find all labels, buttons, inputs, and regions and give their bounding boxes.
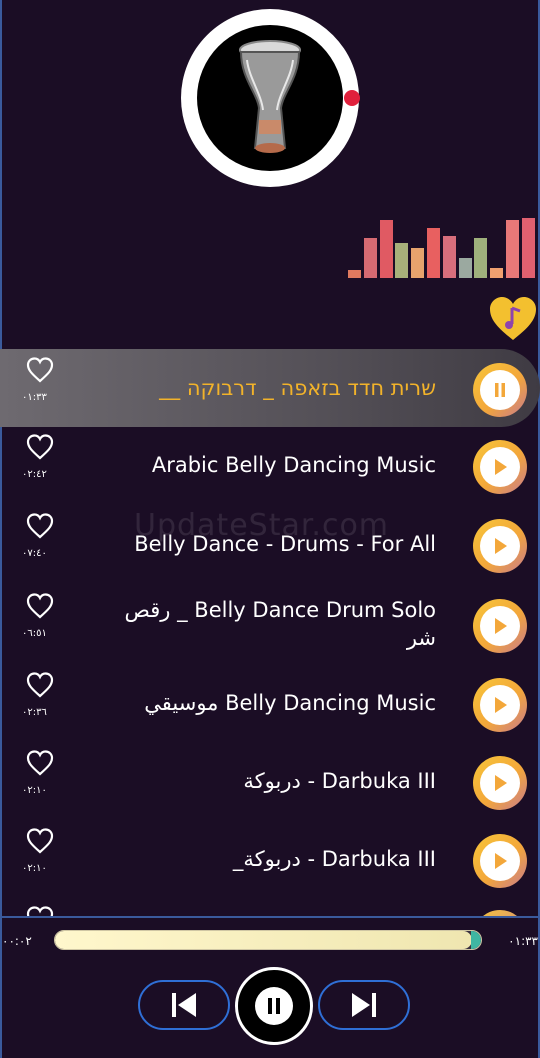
heart-outline-icon[interactable]	[26, 513, 54, 539]
track-title: _دربوكة - Darbuka III	[232, 847, 436, 871]
track-duration: ٠٢:٤٢	[22, 469, 47, 480]
track-duration: ٠٢:١٠	[22, 785, 47, 796]
elapsed-time: ٠٠:٠٢	[2, 934, 32, 948]
track-duration: ٠٢:١٠	[22, 863, 47, 874]
equalizer-bar	[490, 268, 504, 278]
track-play-button[interactable]	[473, 678, 527, 732]
track-play-button[interactable]	[473, 519, 527, 573]
divider	[0, 916, 540, 918]
track-row-partial	[0, 898, 540, 916]
track-row[interactable]: ٠٢:١٠ _دربوكة - Darbuka III	[0, 820, 540, 898]
track-row[interactable]: ٠٢:١٠ دربوكة - Darbuka III	[0, 742, 540, 820]
heart-outline-icon	[26, 906, 54, 916]
heart-outline-icon[interactable]	[26, 434, 54, 460]
track-title: __ שרית חדד בזאפה _ דרבוקה	[159, 376, 436, 400]
album-art	[181, 9, 359, 187]
track-title: دربوكة - Darbuka III	[243, 769, 436, 793]
progress-bar[interactable]	[54, 930, 482, 950]
art-seek-dot[interactable]	[344, 90, 360, 106]
track-title: موسيقي Belly Dancing Music	[144, 691, 436, 715]
play-icon	[495, 459, 507, 475]
track-duration: ٠٢:٣٦	[22, 707, 47, 718]
equalizer-bar	[363, 238, 377, 278]
heart-outline-icon[interactable]	[26, 672, 54, 698]
equalizer-bar	[474, 238, 488, 278]
darbuka-image	[197, 25, 343, 171]
track-row[interactable]: ٠٢:٤٢ Arabic Belly Dancing Music	[0, 426, 540, 504]
pause-button[interactable]	[235, 967, 313, 1045]
track-play-button[interactable]	[473, 756, 527, 810]
pause-icon	[268, 998, 280, 1014]
equalizer-bar	[427, 228, 440, 278]
track-play-button[interactable]	[473, 599, 527, 653]
track-pause-button[interactable]	[473, 363, 527, 417]
track-play-button[interactable]	[473, 834, 527, 888]
track-duration: ٠٦:٥١	[22, 628, 47, 639]
equalizer-bar	[411, 248, 425, 278]
equalizer-bar	[506, 220, 519, 278]
track-title: رقص _ Belly Dance Drum Solo شر	[124, 598, 436, 650]
play-icon	[495, 853, 507, 869]
next-button[interactable]	[318, 980, 410, 1030]
heart-outline-icon[interactable]	[26, 593, 54, 619]
progress-fill	[55, 931, 473, 949]
equalizer-bar	[521, 218, 535, 278]
track-play-button[interactable]	[473, 440, 527, 494]
equalizer-visualizer	[348, 200, 538, 278]
equalizer-bar	[458, 258, 472, 278]
play-icon	[495, 618, 507, 634]
skip-next-icon	[352, 993, 376, 1017]
track-duration: ٠١:٣٣	[22, 392, 47, 403]
heart-outline-icon[interactable]	[26, 750, 54, 776]
track-duration: ٠٧:٤٠	[22, 548, 47, 559]
track-row[interactable]: ٠٧:٤٠ Belly Dance - Drums - For All	[0, 505, 540, 583]
total-time: ٠١:٣٣	[508, 934, 538, 948]
play-icon	[495, 697, 507, 713]
track-title: Arabic Belly Dancing Music	[151, 453, 436, 477]
play-icon	[495, 775, 507, 791]
heart-music-note-icon[interactable]	[488, 296, 538, 342]
track-row[interactable]: ٠٢:٣٦ موسيقي Belly Dancing Music	[0, 664, 540, 742]
equalizer-bar	[379, 220, 393, 278]
equalizer-bar	[442, 236, 456, 278]
equalizer-bar	[395, 243, 409, 278]
heart-outline-icon[interactable]	[26, 828, 54, 854]
equalizer-bar	[348, 270, 361, 278]
play-icon	[495, 538, 507, 554]
pause-icon	[495, 383, 505, 397]
progress-knob[interactable]	[471, 931, 481, 949]
skip-previous-icon	[172, 993, 196, 1017]
heart-outline-icon[interactable]	[26, 357, 54, 383]
track-row[interactable]: ٠١:٣٣ __ שרית חדד בזאפה _ דרבוקה	[0, 349, 540, 427]
track-title: Belly Dance - Drums - For All	[134, 532, 436, 556]
track-row[interactable]: ٠٦:٥١ رقص _ Belly Dance Drum Solo شر	[0, 585, 540, 663]
previous-button[interactable]	[138, 980, 230, 1030]
